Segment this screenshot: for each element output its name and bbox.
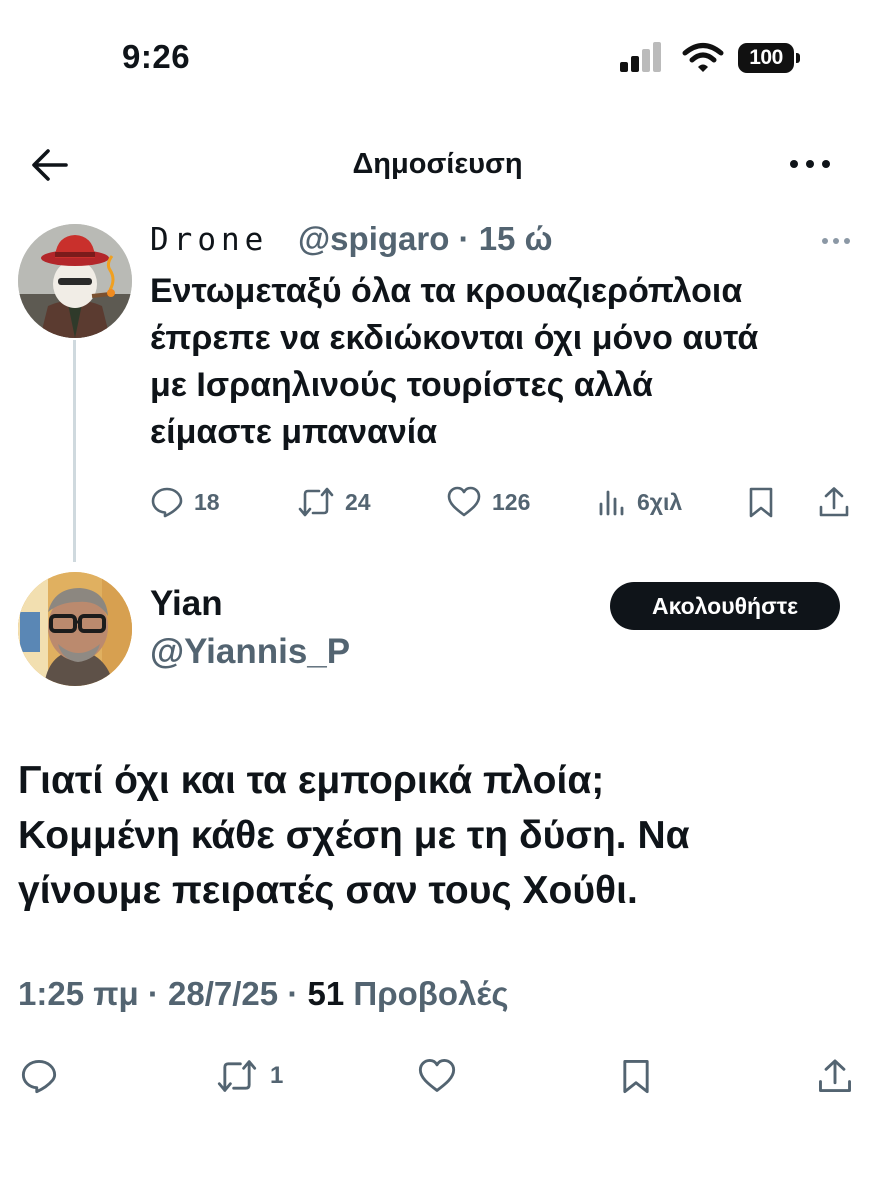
views-label: Προβολές <box>353 975 509 1012</box>
repost-button[interactable]: 24 <box>297 482 371 522</box>
like-count: 126 <box>492 488 531 515</box>
heart-icon <box>447 486 481 517</box>
like-button[interactable] <box>417 1054 457 1098</box>
repost-count: 1 <box>270 1062 284 1089</box>
heart-icon <box>418 1059 456 1092</box>
author-handle-time[interactable]: @spigaro · 15 ώ <box>298 220 552 258</box>
repost-button[interactable]: 1 <box>216 1054 283 1098</box>
separator: · <box>147 975 159 1012</box>
repost-count: 24 <box>345 488 371 515</box>
reply-button[interactable]: 18 <box>150 482 220 522</box>
author-handle[interactable]: @Yiannis_P <box>150 632 350 672</box>
reply-icon <box>151 487 183 518</box>
post-time[interactable]: 1:25 πμ <box>18 975 139 1012</box>
battery-tip <box>796 53 800 63</box>
views-count: 51 <box>307 975 345 1012</box>
follow-button[interactable]: Ακολουθήστε <box>610 582 840 630</box>
avatar[interactable] <box>18 572 132 686</box>
share-icon <box>819 1059 851 1092</box>
views-count: 6χιλ <box>637 488 683 515</box>
signal-icon <box>620 42 662 74</box>
avatar[interactable] <box>18 224 132 338</box>
post-text: Γιατί όχι και τα εμπορικά πλοία; Κομμένη… <box>18 759 690 912</box>
more-horizontal-icon[interactable] <box>818 236 854 248</box>
avatar-image <box>18 572 132 686</box>
separator: · <box>287 975 299 1012</box>
avatar-image <box>18 224 132 338</box>
share-button[interactable] <box>817 482 851 522</box>
bookmark-icon <box>749 487 773 518</box>
status-time: 9:26 <box>122 38 191 75</box>
bookmark-button[interactable] <box>747 482 775 522</box>
author-handle: @spigaro <box>298 220 450 257</box>
post-metadata: 1:25 πμ · 28/7/25 · 51 Προβολές <box>18 975 508 1013</box>
thread-line <box>73 340 76 562</box>
author-name[interactable]: Drone <box>150 222 268 258</box>
share-icon <box>819 487 849 517</box>
page-title: Δημοσίευση <box>352 148 523 180</box>
post-date[interactable]: 28/7/25 <box>168 975 278 1012</box>
reply-icon <box>21 1060 57 1094</box>
post-text: Εντωμεταξύ όλα τα κρουαζιερόπλοια έπρεπε… <box>150 272 759 451</box>
reply-button[interactable] <box>20 1054 58 1098</box>
share-button[interactable] <box>816 1054 854 1098</box>
bookmark-button[interactable] <box>620 1054 652 1098</box>
battery-icon: 100 <box>738 43 794 73</box>
views-icon <box>599 490 624 516</box>
views-button[interactable]: 6χιλ <box>597 482 682 522</box>
author-name[interactable]: Yian <box>150 584 223 624</box>
repost-icon <box>298 487 334 517</box>
wifi-icon <box>682 43 724 72</box>
post-time: · 15 ώ <box>458 220 553 257</box>
more-horizontal-icon[interactable] <box>788 150 832 178</box>
repost-icon <box>217 1060 257 1092</box>
bookmark-icon <box>623 1060 649 1094</box>
status-icons: 100 <box>620 42 800 76</box>
reply-count: 18 <box>194 488 220 515</box>
like-button[interactable]: 126 <box>446 482 530 522</box>
